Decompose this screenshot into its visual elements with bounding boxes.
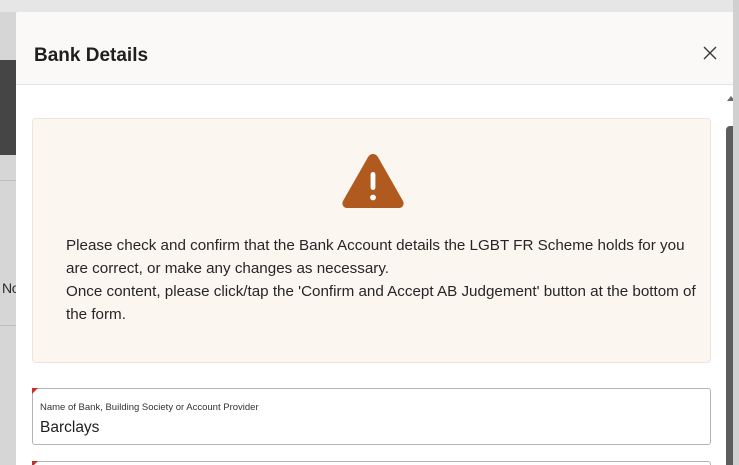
warning-message-text: Please check and confirm that the Bank A…	[66, 234, 706, 326]
warning-message-line-2: Once content, please click/tap the 'Conf…	[66, 283, 696, 323]
close-button[interactable]	[699, 42, 721, 64]
backdrop-top-strip	[0, 0, 739, 12]
warning-triangle-icon	[342, 154, 404, 208]
required-indicator	[32, 388, 38, 394]
dialog-header: Bank Details	[16, 12, 733, 85]
scroll-up-icon[interactable]	[727, 96, 733, 101]
dialog-scrollbar[interactable]	[726, 86, 733, 465]
next-field[interactable]	[32, 461, 711, 465]
backdrop-divider	[0, 180, 16, 181]
warning-message-line-1: Please check and confirm that the Bank A…	[66, 237, 685, 277]
bank-name-field[interactable]: Name of Bank, Building Society or Accoun…	[32, 388, 711, 445]
bank-name-label: Name of Bank, Building Society or Accoun…	[40, 402, 259, 413]
backdrop-dark-panel	[0, 60, 16, 155]
backdrop-partial-text: No	[2, 280, 16, 296]
warning-message-box: Please check and confirm that the Bank A…	[32, 118, 711, 363]
backdrop-divider	[0, 325, 16, 326]
bank-details-dialog: Bank Details Please check and confirm th…	[16, 12, 733, 465]
bank-name-input[interactable]	[40, 419, 700, 437]
backdrop-right-edge	[733, 0, 739, 465]
dialog-title: Bank Details	[34, 45, 149, 66]
scrollbar-thumb[interactable]	[726, 126, 733, 465]
close-icon	[703, 46, 717, 60]
dialog-body: Please check and confirm that the Bank A…	[16, 86, 733, 465]
required-indicator	[32, 461, 38, 465]
